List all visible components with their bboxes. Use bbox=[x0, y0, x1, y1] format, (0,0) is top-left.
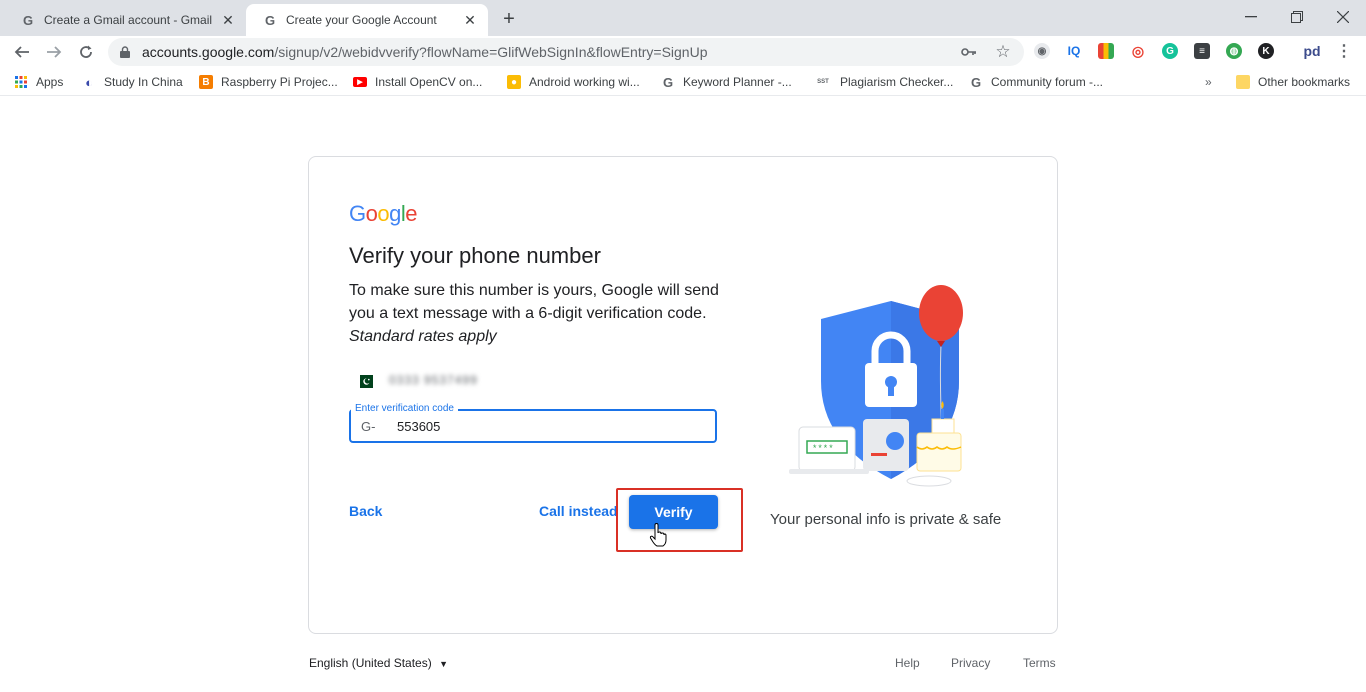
caret-down-icon: ▼ bbox=[439, 659, 448, 669]
grammarly-extension-icon[interactable]: G bbox=[1162, 43, 1178, 59]
pakistan-flag-icon bbox=[355, 375, 373, 388]
pd-extension-icon[interactable]: pd bbox=[1300, 43, 1324, 59]
verify-phone-card: Google Verify your phone number To make … bbox=[308, 156, 1058, 634]
browser-toolbar: accounts.google.com/signup/v2/webidvveri… bbox=[0, 36, 1366, 68]
bookmark-icon: ● bbox=[507, 75, 521, 89]
close-icon bbox=[1337, 11, 1349, 23]
color-palette-extension-icon[interactable] bbox=[1098, 43, 1114, 59]
minimize-icon bbox=[1245, 16, 1257, 18]
url-text[interactable]: accounts.google.com/signup/v2/webidvveri… bbox=[142, 44, 708, 60]
window-close-button[interactable] bbox=[1320, 4, 1366, 30]
folder-icon bbox=[1236, 75, 1250, 89]
profile-k-extension-icon[interactable]: K bbox=[1258, 43, 1274, 59]
verification-code-label: Enter verification code bbox=[351, 403, 458, 414]
bookmark-apps[interactable]: Apps bbox=[14, 74, 63, 90]
lock-icon[interactable] bbox=[120, 46, 130, 58]
close-icon[interactable]: ✕ bbox=[220, 12, 236, 28]
phone-number-masked: 0333 9537499 bbox=[389, 373, 478, 387]
bookmark-label: Install OpenCV on... bbox=[375, 75, 483, 89]
bookmark-install-opencv[interactable]: ▶ Install OpenCV on... bbox=[353, 74, 482, 90]
google-icon: G bbox=[264, 12, 276, 28]
verification-code-input[interactable]: G- 553605 bbox=[349, 409, 717, 443]
bookmark-android-working[interactable]: ● Android working wi... bbox=[507, 74, 640, 90]
code-prefix: G- bbox=[361, 419, 376, 434]
google-icon: G bbox=[662, 74, 674, 90]
balloon-icon bbox=[919, 285, 963, 341]
google-logo: Google bbox=[349, 201, 418, 226]
page-title: Verify your phone number bbox=[349, 243, 601, 268]
globe-extension-icon[interactable]: ◉ bbox=[1034, 43, 1050, 59]
arrow-left-icon bbox=[14, 46, 29, 58]
footer-terms-link[interactable]: Terms bbox=[1023, 656, 1056, 670]
arrow-right-icon bbox=[47, 46, 62, 58]
bookmark-other-bookmarks[interactable]: Other bookmarks bbox=[1236, 74, 1350, 90]
footer-privacy-link[interactable]: Privacy bbox=[951, 656, 990, 670]
star-icon[interactable]: ☆ bbox=[994, 42, 1012, 61]
google-icon: G bbox=[970, 74, 982, 90]
tab-strip: G Create a Gmail account - Gmail H ✕ G C… bbox=[0, 0, 1366, 36]
bookmark-label: Raspberry Pi Projec... bbox=[221, 75, 338, 89]
apps-grid-icon bbox=[14, 75, 28, 89]
back-nav-button[interactable] bbox=[10, 40, 34, 64]
google-icon: G bbox=[22, 12, 34, 28]
globe-icon: ◐ bbox=[85, 74, 93, 90]
call-instead-button[interactable]: Call instead bbox=[539, 503, 618, 519]
bookmark-label: Plagiarism Checker... bbox=[840, 75, 954, 89]
sst-icon: SST bbox=[817, 79, 829, 85]
bookmark-plagiarism-checker[interactable]: SST Plagiarism Checker... bbox=[814, 74, 953, 90]
reload-icon bbox=[80, 45, 92, 58]
restore-icon bbox=[1291, 11, 1303, 23]
verify-button[interactable]: Verify bbox=[629, 495, 718, 529]
code-value[interactable]: 553605 bbox=[397, 419, 440, 434]
close-icon[interactable]: ✕ bbox=[462, 12, 478, 28]
restore-button[interactable] bbox=[1274, 4, 1320, 30]
tab-create-gmail[interactable]: G Create a Gmail account - Gmail H ✕ bbox=[4, 4, 246, 36]
target-extension-icon[interactable]: ◎ bbox=[1130, 43, 1146, 59]
verification-description: To make sure this number is yours, Googl… bbox=[349, 282, 719, 345]
forward-nav-button[interactable] bbox=[42, 40, 66, 64]
blogger-icon: B bbox=[199, 75, 213, 89]
bookmark-label: Community forum -... bbox=[991, 75, 1104, 89]
menu-kebab-icon[interactable]: ⋮ bbox=[1336, 43, 1352, 60]
footer-help-link[interactable]: Help bbox=[895, 656, 920, 670]
cake-icon bbox=[916, 432, 962, 472]
list-extension-icon[interactable]: ≡ bbox=[1194, 43, 1210, 59]
earth-extension-icon[interactable]: ◍ bbox=[1226, 43, 1242, 59]
address-bar[interactable]: accounts.google.com/signup/v2/webidvveri… bbox=[108, 38, 1024, 66]
bookmark-label: Android working wi... bbox=[529, 75, 640, 89]
hand-cursor-icon bbox=[649, 523, 667, 547]
language-selector[interactable]: English (United States) ▼ bbox=[309, 656, 448, 670]
bookmarks-bar: Apps ◐ Study In China B Raspberry Pi Pro… bbox=[0, 68, 1366, 96]
more-bookmarks-button[interactable]: » bbox=[1205, 74, 1212, 90]
back-button[interactable]: Back bbox=[349, 503, 382, 519]
security-shield-illustration: **** bbox=[789, 285, 963, 487]
bookmark-study-in-china[interactable]: ◐ Study In China bbox=[82, 74, 183, 90]
bookmark-community-forum[interactable]: G Community forum -... bbox=[969, 74, 1103, 90]
minimize-button[interactable] bbox=[1228, 4, 1274, 30]
bookmark-raspberry-pi[interactable]: B Raspberry Pi Projec... bbox=[199, 74, 338, 90]
bookmark-label: Keyword Planner -... bbox=[683, 75, 792, 89]
bookmark-label: Other bookmarks bbox=[1258, 75, 1351, 89]
bookmark-label: Study In China bbox=[104, 75, 183, 89]
reload-button[interactable] bbox=[74, 40, 98, 64]
svg-text:****: **** bbox=[812, 444, 834, 454]
tab-title: Create a Gmail account - Gmail H bbox=[44, 13, 212, 27]
url-host: accounts.google.com bbox=[142, 44, 275, 60]
bookmark-keyword-planner[interactable]: G Keyword Planner -... bbox=[661, 74, 792, 90]
url-path: /signup/v2/webidvverify?flowName=GlifWeb… bbox=[274, 44, 708, 60]
tab-create-google-account[interactable]: G Create your Google Account ✕ bbox=[246, 4, 488, 36]
bookmark-label: Apps bbox=[36, 75, 64, 89]
iq-extension-icon[interactable]: IQ bbox=[1066, 43, 1082, 59]
privacy-note: Your personal info is private & safe bbox=[770, 511, 1002, 528]
youtube-icon: ▶ bbox=[353, 77, 367, 87]
key-icon[interactable] bbox=[960, 43, 978, 61]
new-tab-button[interactable]: + bbox=[498, 8, 520, 30]
tab-title: Create your Google Account bbox=[286, 13, 437, 27]
